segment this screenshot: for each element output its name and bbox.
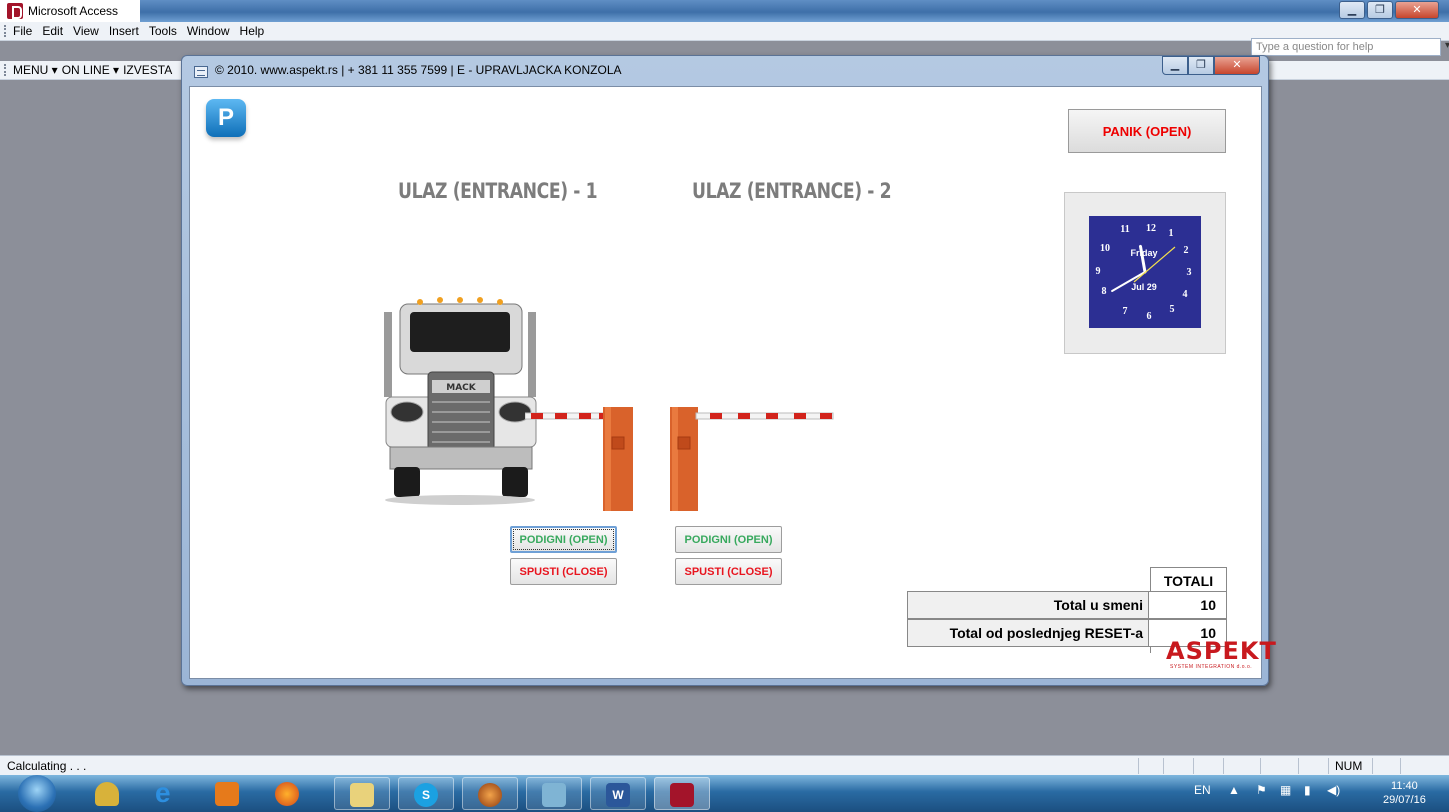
- clock-num-2: 2: [1184, 245, 1189, 256]
- clock-num-4: 4: [1183, 289, 1188, 300]
- status-cell: [1223, 758, 1224, 774]
- status-cell: [1260, 758, 1261, 774]
- parking-logo: P: [206, 99, 246, 137]
- volume-icon[interactable]: ◀): [1327, 783, 1340, 797]
- status-cell: [1298, 758, 1299, 774]
- console-restore-button[interactable]: ❐: [1188, 56, 1214, 75]
- status-num-lock: NUM: [1335, 759, 1363, 773]
- gate-1-close-button[interactable]: SPUSTI (CLOSE): [510, 558, 617, 585]
- app-title-bar: Microsoft Access ▁ ❐ ✕: [0, 0, 1449, 22]
- entrance-2-title: ULAZ (ENTRANCE) - 2: [692, 179, 892, 203]
- help-search-input[interactable]: Type a question for help: [1251, 38, 1449, 56]
- status-cell: [1163, 758, 1164, 774]
- truck-image: MACK: [384, 297, 537, 505]
- totals-shift-value: 10: [1148, 591, 1227, 619]
- analog-clock: 12 1 2 3 4 5 6 7 8 9 10 11 Friday Jul 29: [1064, 192, 1226, 354]
- taskbar-time: 11:40: [1391, 780, 1418, 792]
- access-app-icon: [7, 3, 23, 19]
- clock-num-5: 5: [1170, 304, 1175, 315]
- console-window: © 2010. www.aspekt.rs | + 381 11 355 759…: [181, 55, 1276, 686]
- console-close-button[interactable]: ✕: [1214, 56, 1260, 75]
- menu-insert[interactable]: Insert: [109, 24, 139, 38]
- gate-2-open-button[interactable]: PODIGNI (OPEN): [675, 526, 782, 553]
- internet-explorer-icon[interactable]: e: [140, 777, 196, 810]
- access-icon[interactable]: [654, 777, 710, 810]
- app-icon[interactable]: [462, 777, 518, 810]
- network-icon[interactable]: [526, 777, 582, 810]
- console-title-bar: © 2010. www.aspekt.rs | + 381 11 355 759…: [182, 56, 1268, 86]
- gate-1-open-button[interactable]: PODIGNI (OPEN): [510, 526, 617, 553]
- clock-num-7: 7: [1123, 306, 1128, 317]
- network-tray-icon[interactable]: ▦: [1280, 783, 1291, 797]
- menu-view[interactable]: View: [73, 24, 99, 38]
- start-orb[interactable]: [18, 775, 56, 812]
- menu-help[interactable]: Help: [240, 24, 265, 38]
- clock-svg: 12 1 2 3 4 5 6 7 8 9 10 11 Friday Jul 29: [1096, 223, 1192, 322]
- media-player-icon[interactable]: [200, 777, 256, 810]
- clock-face: 12 1 2 3 4 5 6 7 8 9 10 11 Friday Jul 29: [1089, 216, 1201, 328]
- action-center-icon[interactable]: ⚑: [1256, 783, 1267, 797]
- taskbar: e S W EN ▲ ⚑ ▦ ▮ ◀) 11:40 29/07/16: [0, 775, 1449, 812]
- entrance-1-title: ULAZ (ENTRANCE) - 1: [398, 179, 598, 203]
- barrier-2: [670, 407, 834, 511]
- firefox-icon[interactable]: [260, 777, 316, 810]
- menu-grip: [4, 25, 7, 37]
- toolbar-grip: [4, 64, 7, 76]
- clock-num-1: 1: [1169, 228, 1174, 239]
- menu-window[interactable]: Window: [187, 24, 230, 38]
- clock-num-12: 12: [1146, 223, 1156, 234]
- console-title: © 2010. www.aspekt.rs | + 381 11 355 759…: [215, 63, 622, 77]
- menu-tools[interactable]: Tools: [149, 24, 177, 38]
- clock-date: Jul 29: [1131, 282, 1157, 292]
- word-icon[interactable]: W: [590, 777, 646, 810]
- menu-bar: File Edit View Insert Tools Window Help: [0, 22, 1449, 41]
- form-icon: [194, 66, 208, 78]
- taskbar-clock[interactable]: 11:40 29/07/16: [1383, 779, 1426, 807]
- status-cell: [1372, 758, 1373, 774]
- toolbar-menu[interactable]: MENU ▾: [13, 63, 58, 77]
- clock-num-6: 6: [1147, 311, 1152, 322]
- clock-num-9: 9: [1096, 266, 1101, 277]
- power-icon[interactable]: ▮: [1304, 783, 1311, 797]
- panic-open-button[interactable]: PANIK (OPEN): [1068, 109, 1226, 153]
- skype-icon[interactable]: S: [398, 777, 454, 810]
- clock-num-8: 8: [1102, 286, 1107, 297]
- menu-file[interactable]: File: [13, 24, 32, 38]
- show-hidden-icons-icon[interactable]: ▲: [1228, 783, 1240, 797]
- totals-shift-label: Total u smeni: [907, 591, 1150, 619]
- console-minimize-button[interactable]: ▁: [1162, 56, 1188, 75]
- taskbar-date: 29/07/16: [1383, 794, 1426, 806]
- minimize-button[interactable]: ▁: [1339, 1, 1365, 19]
- maximize-button[interactable]: ❐: [1367, 1, 1393, 19]
- clock-num-10: 10: [1100, 243, 1110, 254]
- status-cell: [1138, 758, 1139, 774]
- aspekt-logo-subtitle: SYSTEM INTEGRATION d.o.o.: [1170, 664, 1253, 670]
- keys-icon[interactable]: [80, 777, 136, 810]
- toolbar-online[interactable]: ON LINE ▾: [62, 63, 119, 77]
- clock-day: Friday: [1130, 248, 1157, 258]
- status-text: Calculating . . .: [7, 759, 87, 773]
- totals-row-shift: Total u smeni 10: [907, 591, 1227, 619]
- status-cell: [1400, 758, 1401, 774]
- truck-brand: MACK: [446, 383, 477, 393]
- toolbar-izvestaji[interactable]: IZVESTA: [123, 63, 172, 77]
- barrier-1: [525, 407, 633, 511]
- aspekt-logo: ASPEKT: [1166, 637, 1277, 665]
- totals-reset-label: Total od poslednjeg RESET-a: [907, 619, 1150, 647]
- gate-2-close-button[interactable]: SPUSTI (CLOSE): [675, 558, 782, 585]
- close-button[interactable]: ✕: [1395, 1, 1439, 19]
- status-cell: [1328, 758, 1329, 774]
- status-cell: [1193, 758, 1194, 774]
- file-explorer-icon[interactable]: [334, 777, 390, 810]
- menu-edit[interactable]: Edit: [42, 24, 63, 38]
- clock-num-11: 11: [1120, 224, 1129, 235]
- console-form: P ULAZ (ENTRANCE) - 1 ULAZ (ENTRANCE) - …: [189, 86, 1276, 679]
- language-indicator[interactable]: EN: [1194, 783, 1211, 797]
- clock-num-3: 3: [1187, 267, 1192, 278]
- status-bar: Calculating . . . NUM: [0, 755, 1449, 775]
